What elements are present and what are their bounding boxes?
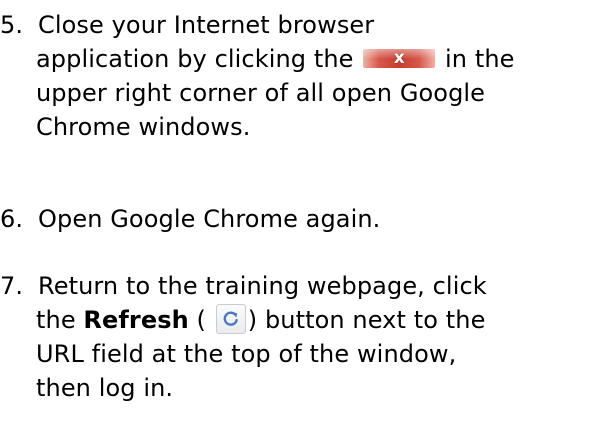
step-7-line-1: 7. Return to the training webpage, click bbox=[0, 269, 597, 303]
step-6: 6. Open Google Chrome again. bbox=[0, 202, 597, 236]
step-number: 5. bbox=[0, 11, 24, 39]
step-text: application by clicking the bbox=[36, 45, 354, 73]
close-x-icon: x bbox=[363, 48, 436, 68]
step-number: 7. bbox=[0, 272, 24, 300]
step-text: Close your Internet browser bbox=[38, 11, 375, 39]
step-text: Open Google Chrome again. bbox=[38, 205, 381, 233]
instruction-page: 5. Close your Internet browser applicatio… bbox=[0, 0, 597, 423]
close-x-glyph: x bbox=[393, 48, 405, 68]
step-text: ) button next to the bbox=[247, 306, 486, 334]
step-text: the bbox=[36, 306, 76, 334]
step-text: Return to the training webpage, click bbox=[38, 272, 487, 300]
step-text: Chrome windows. bbox=[36, 113, 251, 141]
step-6-line-1: 6. Open Google Chrome again. bbox=[0, 202, 597, 236]
step-7: 7. Return to the training webpage, click … bbox=[0, 269, 597, 405]
step-7-line-3: URL field at the top of the window, bbox=[0, 337, 597, 371]
step-7-line-4: then log in. bbox=[0, 371, 597, 405]
refresh-icon bbox=[215, 304, 246, 334]
step-5-line-2: application by clicking the x in the bbox=[0, 42, 597, 76]
step-text: in the bbox=[445, 45, 515, 73]
refresh-label: Refresh bbox=[83, 306, 189, 334]
refresh-arrow-glyph bbox=[223, 311, 238, 326]
step-text: upper right corner of all open Google bbox=[36, 79, 486, 107]
step-5-line-3: upper right corner of all open Google bbox=[0, 76, 597, 110]
step-5: 5. Close your Internet browser applicatio… bbox=[0, 8, 597, 144]
step-5-line-1: 5. Close your Internet browser bbox=[0, 8, 597, 42]
step-text: then log in. bbox=[36, 374, 174, 402]
step-text: URL field at the top of the window, bbox=[36, 340, 457, 368]
step-5-line-4: Chrome windows. bbox=[0, 110, 597, 144]
step-text: ( bbox=[196, 306, 207, 334]
step-number: 6. bbox=[0, 205, 24, 233]
step-7-line-2: the Refresh ( ) button next to the bbox=[0, 303, 597, 337]
